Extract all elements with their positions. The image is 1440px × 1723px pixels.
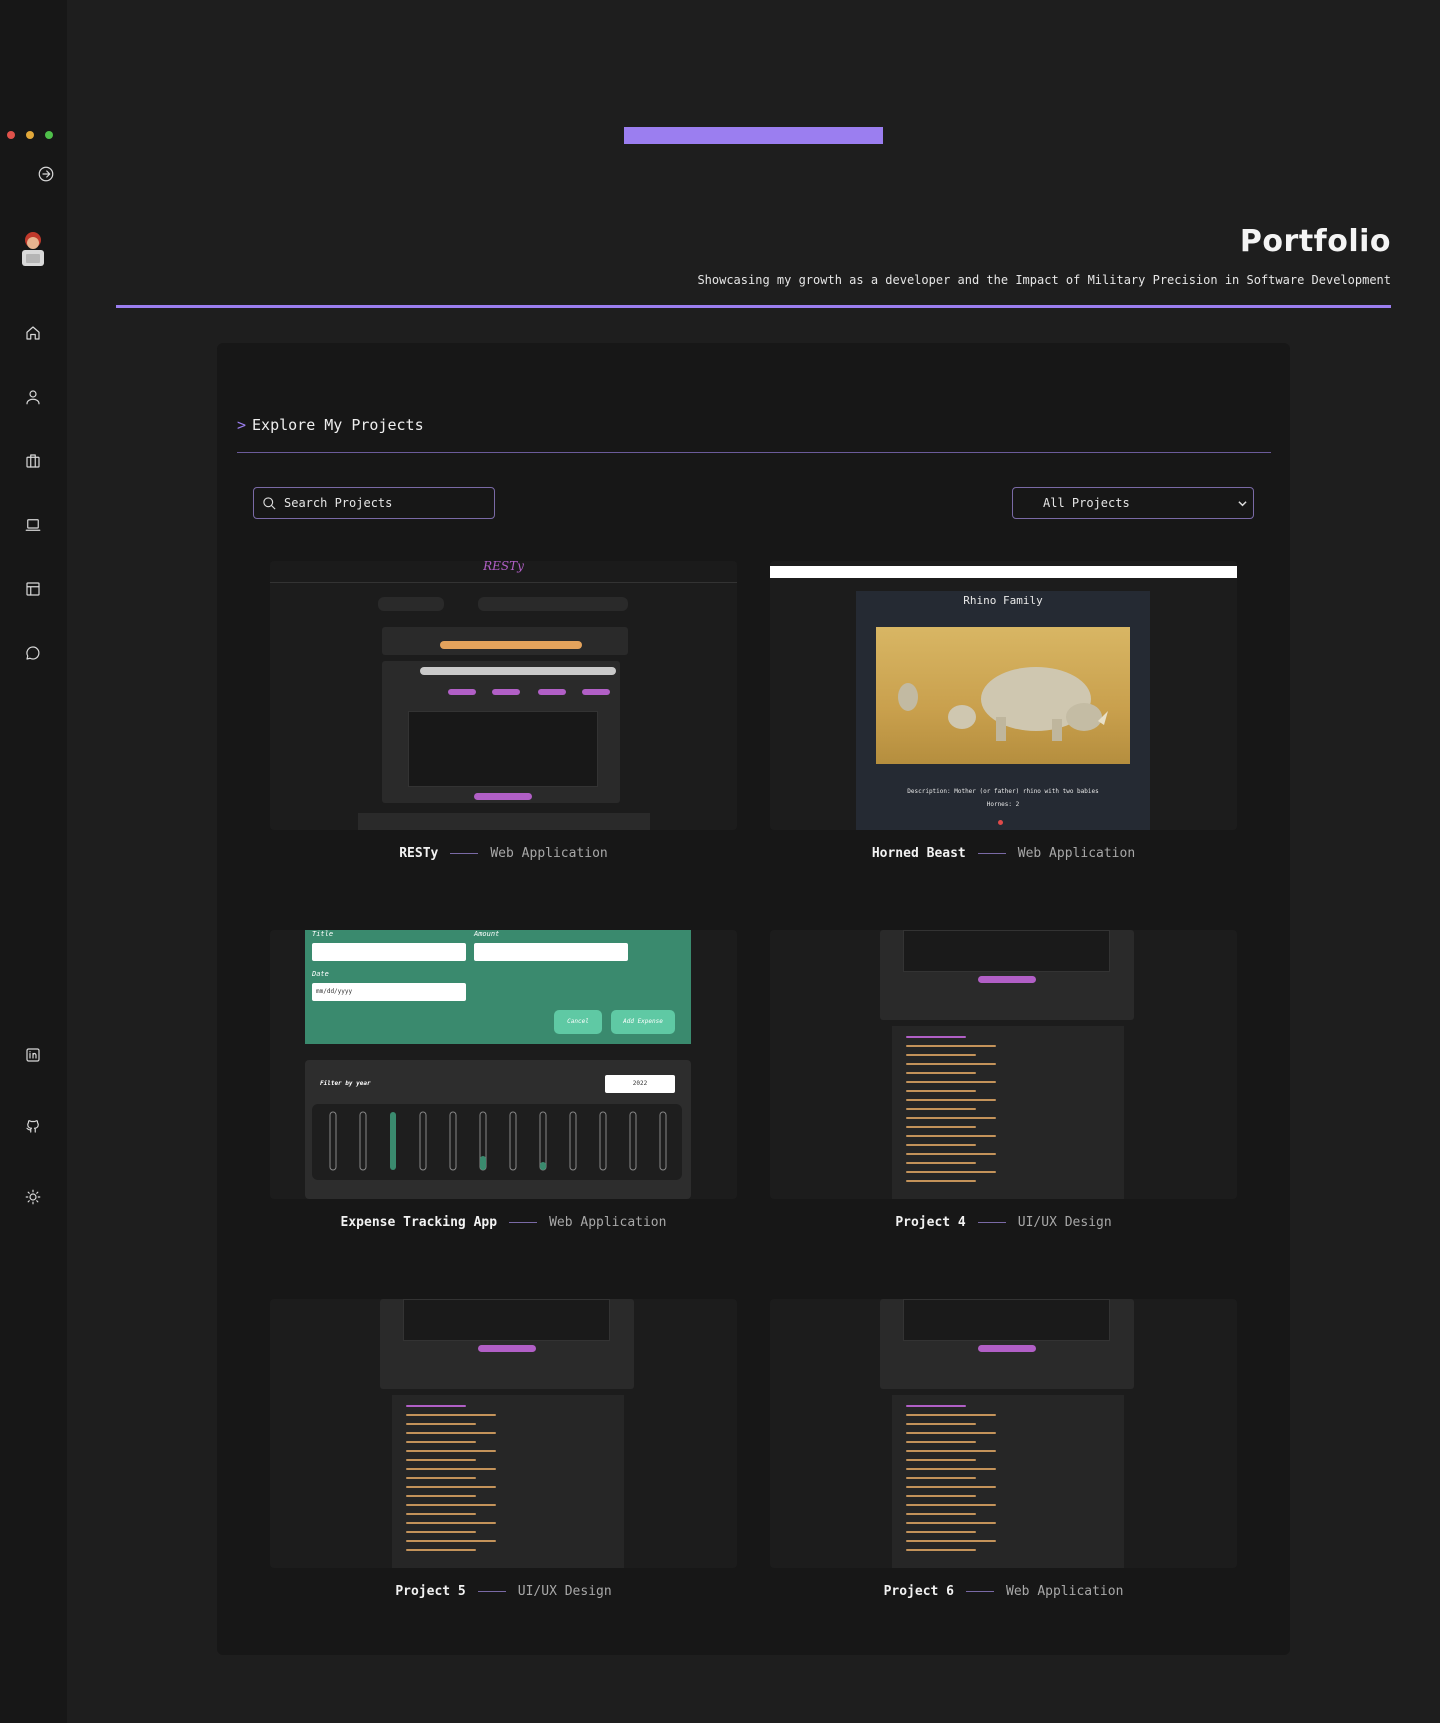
project-name: Horned Beast [871, 846, 966, 861]
thumb-title: Rhino Family [963, 594, 1043, 607]
project-caption: Project 4 UI/UX Design [770, 1215, 1237, 1230]
project-type: Web Application [490, 846, 608, 861]
search-icon [263, 496, 276, 510]
filter-value: All Projects [1043, 496, 1130, 510]
project-caption: Project 5 UI/UX Design [270, 1584, 737, 1599]
section-heading: > Explore My Projects [237, 416, 424, 434]
login-icon[interactable] [36, 164, 56, 184]
window-controls [7, 131, 53, 139]
project-thumbnail[interactable] [770, 930, 1237, 1199]
project-thumbnail[interactable]: Title Amount Date mm/dd/yyyy Cancel Add … [270, 930, 737, 1199]
sun-icon[interactable] [23, 1187, 43, 1207]
search-input[interactable] [284, 496, 484, 510]
project-name: Project 4 [895, 1215, 966, 1230]
close-dot[interactable] [7, 131, 15, 139]
rhino-photo [876, 627, 1130, 764]
project-caption: RESTy Web Application [270, 846, 737, 861]
project-caption: Horned Beast Web Application [770, 846, 1237, 861]
home-icon[interactable] [23, 323, 43, 343]
project-thumbnail[interactable] [270, 1299, 737, 1568]
sidebar [0, 0, 67, 1723]
thumb-title: RESTy [483, 561, 524, 573]
search-box[interactable] [253, 487, 495, 519]
github-icon[interactable] [23, 1116, 43, 1136]
project-thumbnail[interactable]: RESTy [270, 561, 737, 830]
heart-icon [998, 820, 1003, 825]
projects-panel: > Explore My Projects All Projects RESTy [217, 343, 1290, 1655]
project-caption: Project 6 Web Application [770, 1584, 1237, 1599]
project-card[interactable]: Project 6 Web Application [770, 1299, 1237, 1599]
section-heading-text: Explore My Projects [252, 416, 424, 434]
project-name: RESTy [399, 846, 439, 861]
project-type: Web Application [549, 1215, 667, 1230]
project-thumbnail[interactable] [770, 1299, 1237, 1568]
section-divider [237, 452, 1271, 453]
briefcase-icon[interactable] [23, 451, 43, 471]
project-card[interactable]: Project 5 UI/UX Design [270, 1299, 737, 1599]
project-filter-select[interactable]: All Projects [1012, 487, 1254, 519]
page-subtitle: Showcasing my growth as a developer and … [697, 273, 1391, 287]
project-caption: Expense Tracking App Web Application [270, 1215, 737, 1230]
minimize-dot[interactable] [26, 131, 34, 139]
project-card[interactable]: Title Amount Date mm/dd/yyyy Cancel Add … [270, 930, 737, 1230]
thumb-description: Description: Mother (or father) rhino wi… [907, 788, 1099, 795]
project-thumbnail[interactable]: Rhino Family Description: Mother (or fat… [770, 561, 1237, 830]
page-title: Portfolio [1239, 224, 1391, 259]
project-type: UI/UX Design [1017, 1215, 1112, 1230]
project-card[interactable]: Project 4 UI/UX Design [770, 930, 1237, 1230]
project-type: Web Application [1006, 1584, 1124, 1599]
accent-bar [624, 127, 883, 144]
thumb-votes: Hornes: 2 [986, 801, 1020, 808]
avatar[interactable] [17, 228, 49, 268]
laptop-icon[interactable] [23, 515, 43, 535]
project-card[interactable]: Rhino Family Description: Mother (or fat… [770, 561, 1237, 861]
chat-icon[interactable] [23, 643, 43, 663]
project-name: Project 6 [883, 1584, 955, 1599]
header-divider [116, 305, 1391, 308]
project-name: Expense Tracking App [340, 1215, 498, 1230]
project-name: Project 5 [395, 1584, 466, 1599]
maximize-dot[interactable] [45, 131, 53, 139]
chevron-down-icon [1238, 497, 1247, 507]
linkedin-icon[interactable] [23, 1045, 43, 1065]
project-type: UI/UX Design [517, 1584, 612, 1599]
user-icon[interactable] [23, 387, 43, 407]
chevron-right-icon: > [237, 416, 247, 434]
project-card[interactable]: RESTy RESTy Web Application [270, 561, 737, 861]
layout-icon[interactable] [23, 579, 43, 599]
project-type: Web Application [1017, 846, 1136, 861]
